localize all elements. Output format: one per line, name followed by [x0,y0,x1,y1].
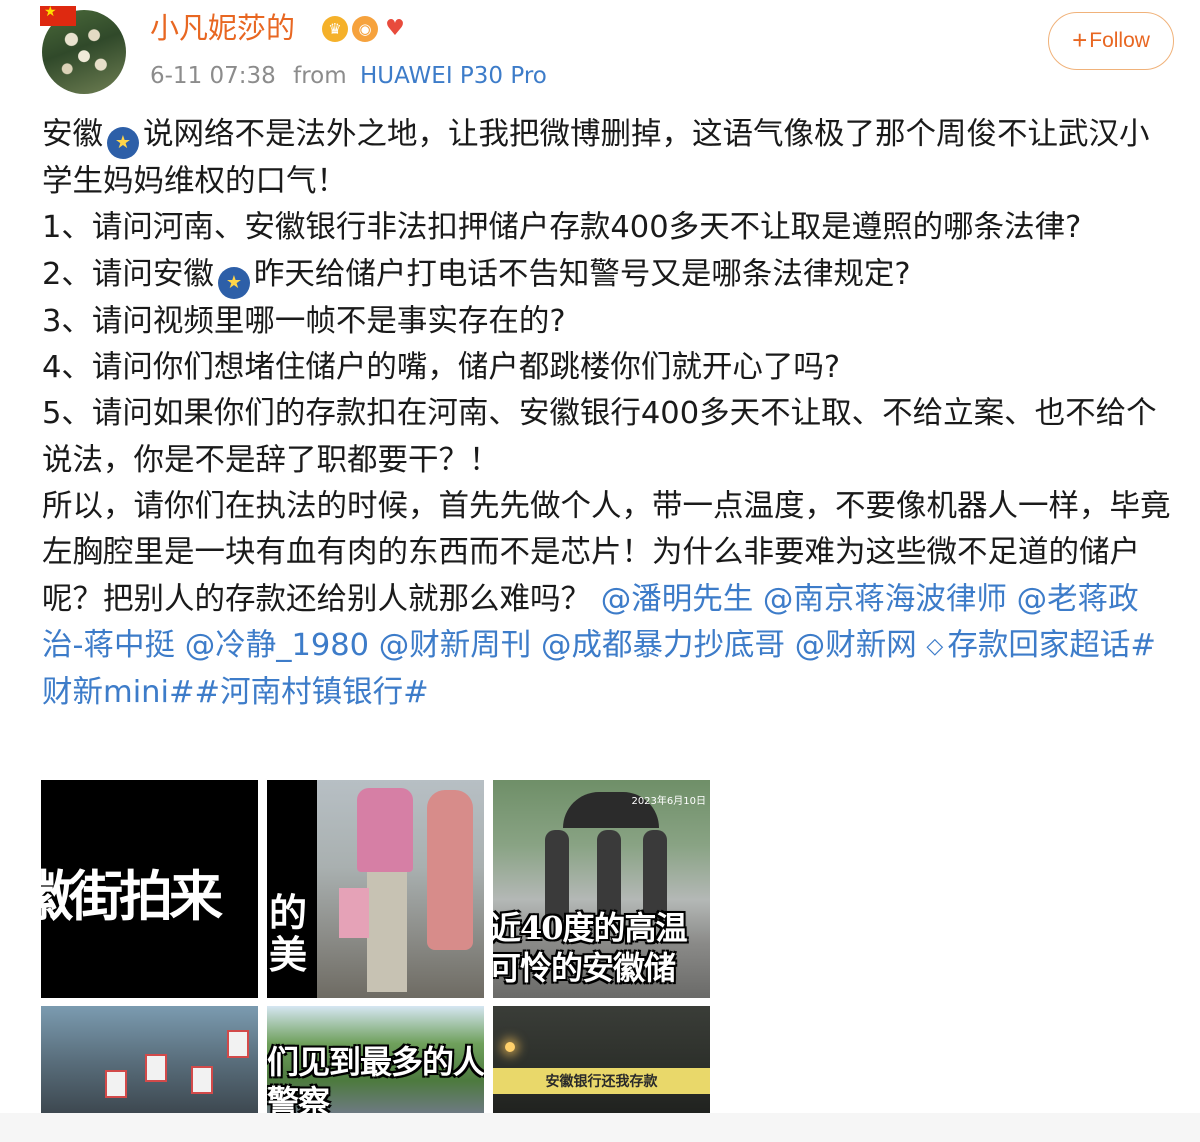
username[interactable]: 小凡妮莎的 [150,10,295,46]
text-run: 安徽 [42,117,103,152]
image-caption: 徽街拍来 [41,864,223,928]
crown-badge-icon[interactable]: ♛ [322,16,348,42]
paragraph: 所以，请你们在执法的时候，首先先做个人，带一点温度，不要像机器人一样，毕竟左胸腔… [42,484,1177,716]
plus-icon: + [1072,24,1088,55]
hashtag-link[interactable]: #河南村镇银行# [195,675,429,710]
image-caption: 们见到最多的人 警察 [267,1042,484,1113]
mention-link[interactable]: @南京蒋海波律师 [763,582,1007,617]
mention-link[interactable]: @成都暴力抄底哥 [541,628,785,663]
caption-line: 们见到最多的人 [267,1043,484,1081]
weibo-post: ★ 小凡妮莎的 ♛ ◉ ♥ 6-11 07:38 from HUAWEI P30… [0,0,1200,1142]
follow-button[interactable]: + Follow [1048,12,1174,70]
caption-line: 可怜的安徽储 [493,949,676,987]
police-officer-icon: ★ [107,127,139,160]
paragraph: 1、请问河南、安徽银行非法扣押储户存款400多天不让取是遵照的哪条法律? [42,210,1082,246]
protest-sign [227,1030,249,1058]
post-text: 安徽 ★ 说网络不是法外之地，让我把微博删掉，这语气像极了那个周俊不让武汉小学生妈妈… [42,112,1177,717]
user-badges: ♛ ◉ ♥ [322,16,408,42]
image-thumbnail-3[interactable]: 2023年6月10日 近40度的高温 可怜的安徽储 [493,780,710,998]
caption-line: 近40度的高温 [493,909,688,947]
mention-link[interactable]: @财新网 [795,628,917,663]
text-run: 2、请问安徽 [42,256,214,292]
paragraph: 4、请问你们想堵住储户的嘴，储户都跳楼你们就开心了吗? [42,350,841,386]
mention-link[interactable]: @财新周刊 [379,628,532,663]
paragraph: 3、请问视频里哪一帧不是事实存在的? [42,303,566,339]
image-date: 2023年6月10日 [631,796,706,807]
paragraph: 5、请问如果你们的存款扣在河南、安徽银行400多天不让取、不给立案、也不给个说法… [42,396,1157,478]
paragraph: 安徽 ★ 说网络不是法外之地，让我把微博删掉，这语气像极了那个周俊不让武汉小学生妈妈… [42,112,1177,205]
timestamp: 6-11 07:38 [150,63,276,89]
text-run: 昨天给储户打电话不告知警号又是哪条法律规定? [253,256,911,292]
image-thumbnail-5[interactable]: 们见到最多的人 警察 [267,1006,484,1113]
from-label: from [293,63,347,89]
protest-sign [145,1054,167,1082]
bird-badge-icon[interactable]: ♥ [382,16,408,42]
figure [357,788,413,872]
figure [643,830,667,920]
figure [545,830,569,920]
image-thumbnail-1[interactable]: 徽街拍来 [41,780,258,998]
protest-sign [105,1070,127,1098]
caption-line: 警察 [267,1083,330,1113]
figure [597,830,621,920]
protest-sign [191,1066,213,1094]
street-lamp [505,1042,515,1052]
post-meta: 6-11 07:38 from HUAWEI P30 Pro [150,60,547,92]
diamond-icon: ◇ [926,633,944,659]
image-caption: 的 美 [269,892,484,976]
mention-link[interactable]: @冷静_1980 [185,628,369,663]
paragraph: 2、请问安徽 ★ 昨天给储户打电话不告知警号又是哪条法律规定? [42,252,1177,299]
image-thumbnail-2[interactable]: 的 美 [267,780,484,998]
caption-line: 美 [269,932,308,976]
protest-banner: 安徽银行还我存款 [493,1068,710,1094]
follow-label: Follow [1089,29,1150,52]
caption-line: 的 [269,892,308,935]
china-flag-icon: ★ [40,6,76,26]
image-caption: 近40度的高温 可怜的安徽储 [493,908,706,988]
page-footer-strip [0,1113,1200,1142]
super-topic-link[interactable]: 存款回家超话 [947,628,1130,663]
post-header: ★ 小凡妮莎的 ♛ ◉ ♥ 6-11 07:38 from HUAWEI P30… [0,0,1200,110]
image-thumbnail-6[interactable]: 安徽银行还我存款 [493,1006,710,1113]
fish-badge-icon[interactable]: ◉ [352,16,378,42]
device-link[interactable]: HUAWEI P30 Pro [360,63,547,89]
image-thumbnail-4[interactable] [41,1006,258,1113]
text-run: 说网络不是法外之地，让我把微博删掉，这语气像极了那个周俊不让武汉小学生妈妈维权的… [42,117,1150,200]
police-officer-icon: ★ [217,266,250,299]
mention-link[interactable]: @潘明先生 [601,582,754,617]
